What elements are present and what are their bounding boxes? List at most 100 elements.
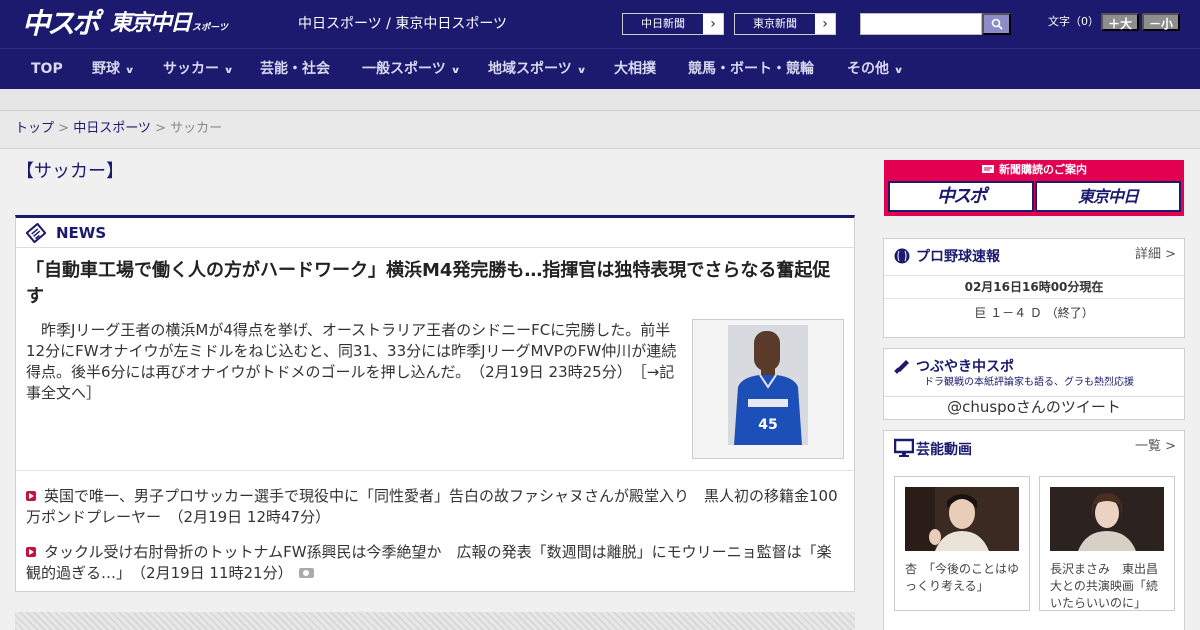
lead-article-photo[interactable]: 45 — [692, 319, 844, 459]
breadcrumb-parent[interactable]: 中日スポーツ — [73, 121, 151, 136]
nav-sumo[interactable]: 大相撲 — [614, 49, 656, 90]
baseball-detail-link[interactable]: 詳細 > — [1135, 247, 1176, 263]
breadcrumb-current: サッカー — [170, 121, 223, 136]
chuspo-subscribe-button[interactable]: 中スポ — [888, 181, 1034, 212]
nav-top[interactable]: TOP — [31, 49, 63, 90]
news-header: NEWS — [16, 218, 854, 248]
nav-racing[interactable]: 競馬・ボート・競輪 — [688, 49, 814, 90]
baseball-header: プロ野球速報 詳細 > — [884, 239, 1184, 275]
chevron-down-icon: ∨ — [223, 66, 234, 76]
monitor-icon — [894, 438, 914, 457]
nav-baseball[interactable]: 野球 ∨ — [92, 49, 135, 90]
chevron-down-icon: ∨ — [450, 66, 461, 76]
nav-local-sports[interactable]: 地域スポーツ ∨ — [488, 49, 587, 90]
twitter-title: つぶやき中スポ — [916, 359, 1014, 375]
chuspo-logo[interactable]: 中スポ — [22, 6, 100, 42]
page-title: 【サッカー】 — [16, 161, 124, 182]
tokyo-subscribe-button[interactable]: 東京中日 — [1035, 181, 1181, 212]
nav-label: 大相撲 — [614, 61, 656, 77]
search-input[interactable] — [860, 13, 982, 35]
font-larger-button[interactable]: ＋大 — [1101, 13, 1139, 31]
nav-label: 競馬・ボート・競輪 — [688, 61, 814, 77]
entertainment-videos-box: 芸能動画 一覧 > 杏 「今後のことはゆっくり考える」 長沢まさみ 東出昌大との… — [883, 430, 1185, 630]
chevron-down-icon: ∨ — [893, 66, 904, 76]
tokyo-shimbun-button[interactable]: 東京新聞 › — [734, 13, 836, 35]
nav-label: 一般スポーツ — [362, 61, 446, 77]
subscription-banner: 新聞購読のご案内 中スポ 東京中日 — [884, 160, 1184, 216]
video-caption: 長沢まさみ 東出昌大との共演映画「続いたらいいのに」 — [1050, 562, 1159, 610]
videos-header: 芸能動画 一覧 > — [884, 431, 1184, 467]
tokyo-logo-text: 東京中日 — [110, 11, 192, 36]
chunichi-shimbun-button[interactable]: 中日新聞 › — [622, 13, 724, 35]
newspaper-icon — [26, 223, 46, 243]
nav-soccer[interactable]: サッカー ∨ — [163, 49, 234, 90]
jersey-number: 45 — [758, 417, 777, 433]
video-thumbnail-image — [1050, 487, 1164, 551]
list-item[interactable]: 英国で唯一、男子プロサッカー選手で現役中に「同性愛者」告白の故ファシャヌさんが殿… — [26, 486, 841, 528]
video-card[interactable]: 長沢まさみ 東出昌大との共演映画「続いたらいいのに」 — [1039, 476, 1175, 611]
twitter-box: つぶやき中スポ ドラ観戦の本紙評論家も語る、グラも熱烈応援 @chuspoさんの… — [883, 348, 1185, 420]
breadcrumb-sep: > — [54, 121, 74, 136]
nav-others[interactable]: その他 ∨ — [847, 49, 904, 90]
baseball-scores-box: プロ野球速報 詳細 > 02月16日16時00分現在 巨 １－４ Ｄ （終了） — [883, 238, 1185, 338]
newspaper-icon — [982, 165, 994, 173]
lead-article-body: 昨季Jリーグ王者の横浜Mが4得点を挙げ、オーストラリア王者のシドニーFCに完勝し… — [26, 320, 682, 404]
play-marker-icon — [26, 547, 36, 557]
nav-label: サッカー — [163, 61, 219, 77]
video-thumbnail — [905, 487, 1019, 551]
lead-article-title[interactable]: 「自動車工場で働く人の方がハードワーク」横浜M4発完勝も…指揮官は独特表現でさら… — [26, 258, 841, 310]
videos-title: 芸能動画 — [916, 442, 972, 458]
baseball-title: プロ野球速報 — [916, 249, 1000, 265]
subscription-title: 新聞購読のご案内 — [884, 162, 1184, 178]
video-thumbnail — [1050, 487, 1164, 551]
nav-general-sports[interactable]: 一般スポーツ ∨ — [362, 49, 461, 90]
site-links[interactable]: 中日スポーツ / 東京中日スポーツ — [298, 16, 507, 32]
soccer-player-image: 45 — [728, 325, 808, 445]
nav-label: 芸能・社会 — [260, 61, 330, 77]
baseball-timestamp: 02月16日16時00分現在 — [884, 275, 1184, 299]
video-card[interactable]: 杏 「今後のことはゆっくり考える」 — [894, 476, 1030, 611]
divider — [16, 470, 854, 471]
news-header-label: NEWS — [56, 224, 107, 242]
video-thumbnail-image — [905, 487, 1019, 551]
camera-icon — [298, 568, 314, 578]
list-item[interactable]: タックル受け右肘骨折のトットナムFW孫興民は今季絶望か 広報の発表「数週間は離脱… — [26, 542, 841, 584]
tokyo-chunichi-logo[interactable]: 東京中日 スポーツ — [110, 6, 228, 42]
nav-entertainment[interactable]: 芸能・社会 — [260, 49, 330, 90]
player-photo: 45 — [728, 325, 808, 445]
chunichi-shimbun-label: 中日新聞 — [623, 14, 703, 34]
nav-label: TOP — [31, 61, 63, 77]
ad-strip — [0, 89, 1200, 111]
ad-placeholder — [15, 612, 855, 630]
baseball-icon — [894, 248, 910, 264]
twitter-handle-link[interactable]: @chuspoさんのツイート — [884, 396, 1184, 418]
chevron-down-icon: ∨ — [576, 66, 587, 76]
chevron-down-icon: ∨ — [124, 66, 135, 76]
nav-label: 野球 — [92, 61, 120, 77]
chevron-right-icon: › — [822, 16, 828, 32]
search-button[interactable] — [982, 13, 1011, 35]
nav-label: その他 — [847, 61, 889, 77]
breadcrumb-top[interactable]: トップ — [15, 121, 54, 136]
list-item-time: （2月19日 12時47分） — [176, 508, 331, 526]
site-header: 中スポ 東京中日 スポーツ 中日スポーツ / 東京中日スポーツ 中日新聞 › 東京… — [0, 0, 1200, 48]
list-item-time: （2月19日 11時21分） — [138, 564, 293, 582]
news-box: NEWS 「自動車工場で働く人の方がハードワーク」横浜M4発完勝も…指揮官は独特… — [15, 215, 855, 592]
megaphone-icon — [894, 360, 909, 374]
videos-list-link[interactable]: 一覧 > — [1135, 439, 1176, 455]
nav-label: 地域スポーツ — [488, 61, 572, 77]
lead-time: （2月19日 23時25分） — [477, 363, 625, 381]
twitter-subtitle: ドラ観戦の本紙評論家も語る、グラも熱烈応援 — [924, 377, 1134, 388]
tokyo-logo-sub: スポーツ — [192, 23, 228, 33]
video-caption: 杏 「今後のことはゆっくり考える」 — [905, 562, 1020, 593]
play-marker-icon — [26, 491, 36, 501]
subscription-title-text: 新聞購読のご案内 — [999, 163, 1087, 176]
breadcrumb-sep: > — [150, 121, 171, 136]
global-nav: TOP 野球 ∨ サッカー ∨ 芸能・社会 一般スポーツ ∨ 地域スポーツ ∨ 大相撲 … — [0, 48, 1200, 89]
tokyo-shimbun-label: 東京新聞 — [735, 14, 815, 34]
list-item-title: 英国で唯一、男子プロサッカー選手で現役中に「同性愛者」告白の故ファシャヌさんが殿… — [26, 487, 838, 526]
font-smaller-button[interactable]: －小 — [1142, 13, 1180, 31]
chevron-right-icon: › — [710, 16, 716, 32]
baseball-game-result[interactable]: 巨 １－４ Ｄ （終了） — [884, 305, 1184, 321]
breadcrumb: トップ > 中日スポーツ > サッカー — [0, 111, 1200, 149]
